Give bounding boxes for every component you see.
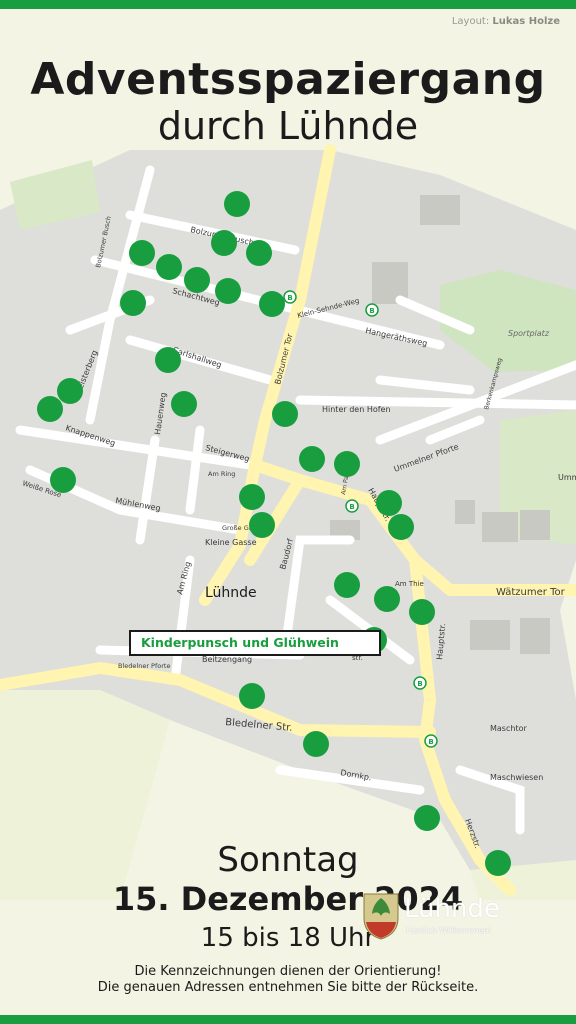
label-maschwiesen: Maschwiesen bbox=[490, 773, 543, 782]
credit-prefix: Layout: bbox=[451, 16, 490, 27]
bus-stop-glyph: B bbox=[287, 294, 292, 302]
note-line-1: Die Kennzeichnungen dienen der Orientier… bbox=[134, 964, 442, 979]
highlight-label: Kinderpunsch und Glühwein bbox=[129, 630, 381, 656]
stop-marker[interactable] bbox=[409, 599, 435, 625]
stop-marker[interactable] bbox=[184, 267, 210, 293]
title-line-1: Adventsspaziergang bbox=[30, 54, 546, 105]
stop-marker[interactable] bbox=[272, 401, 298, 427]
label-umm: Umm bbox=[558, 473, 576, 482]
credit-name: Lukas Holze bbox=[492, 16, 560, 27]
stop-marker[interactable] bbox=[171, 391, 197, 417]
bus-stop-glyph: B bbox=[349, 503, 354, 511]
bus-stop-glyph: B bbox=[369, 307, 374, 315]
bus-stop-glyph: B bbox=[417, 680, 422, 688]
stop-marker[interactable] bbox=[299, 446, 325, 472]
bus-stop: B bbox=[345, 499, 359, 513]
stop-marker[interactable] bbox=[334, 451, 360, 477]
stop-marker[interactable] bbox=[57, 378, 83, 404]
stop-marker[interactable] bbox=[155, 347, 181, 373]
stop-marker[interactable] bbox=[388, 514, 414, 540]
village-map[interactable]: Bolzumer Busch Bolzumer Busch Schachtweg… bbox=[0, 140, 576, 900]
footer-note: Die Kennzeichnungen dienen der Orientier… bbox=[0, 964, 576, 996]
bottom-green-bar bbox=[0, 1015, 576, 1024]
label-bledelner-pforte: Bledelner Pforte bbox=[118, 662, 170, 670]
label-hinter-den-hofen: Hinter den Hofen bbox=[322, 405, 391, 414]
stop-marker[interactable] bbox=[37, 396, 63, 422]
bus-stop: B bbox=[413, 676, 427, 690]
stop-marker[interactable] bbox=[224, 191, 250, 217]
stop-marker[interactable] bbox=[334, 572, 360, 598]
stop-marker[interactable] bbox=[374, 586, 400, 612]
stop-marker[interactable] bbox=[249, 512, 275, 538]
stop-marker[interactable] bbox=[414, 805, 440, 831]
stop-marker[interactable] bbox=[156, 254, 182, 280]
bus-stop-glyph: B bbox=[428, 738, 433, 746]
logo-name: Lühnde bbox=[404, 894, 500, 924]
logo-sub: Herdich Willkommen! bbox=[406, 926, 492, 935]
stop-marker[interactable] bbox=[211, 230, 237, 256]
stop-marker[interactable] bbox=[215, 278, 241, 304]
stop-marker[interactable] bbox=[259, 291, 285, 317]
event-day: Sonntag bbox=[217, 840, 359, 880]
label-am-thie: Am Thie bbox=[395, 580, 424, 588]
stop-marker[interactable] bbox=[246, 240, 272, 266]
stop-marker[interactable] bbox=[120, 290, 146, 316]
stop-marker[interactable] bbox=[303, 731, 329, 757]
label-maschtor: Maschtor bbox=[490, 724, 527, 733]
stop-marker[interactable] bbox=[239, 484, 265, 510]
note-line-2: Die genauen Adressen entnehmen Sie bitte… bbox=[97, 980, 479, 995]
stop-marker[interactable] bbox=[376, 490, 402, 516]
crest-base-icon bbox=[366, 922, 396, 938]
stop-marker[interactable] bbox=[129, 240, 155, 266]
label-watzumer-tor: Wätzumer Tor bbox=[496, 587, 566, 598]
label-village: Lühnde bbox=[205, 585, 257, 601]
label-am-ring-1: Am Ring bbox=[208, 470, 235, 478]
bus-stop: B bbox=[365, 303, 379, 317]
stop-marker[interactable] bbox=[50, 467, 76, 493]
layout-credit: Layout: Lukas Holze bbox=[452, 16, 560, 27]
top-green-bar bbox=[0, 0, 576, 9]
label-sportplatz: Sportplatz bbox=[508, 329, 550, 338]
label-beitzengang: Beitzengang bbox=[202, 655, 252, 664]
stop-marker[interactable] bbox=[239, 683, 265, 709]
bus-stop: B bbox=[424, 734, 438, 748]
label-kleine-gasse: Kleine Gasse bbox=[205, 538, 257, 547]
bus-stop: B bbox=[283, 290, 297, 304]
